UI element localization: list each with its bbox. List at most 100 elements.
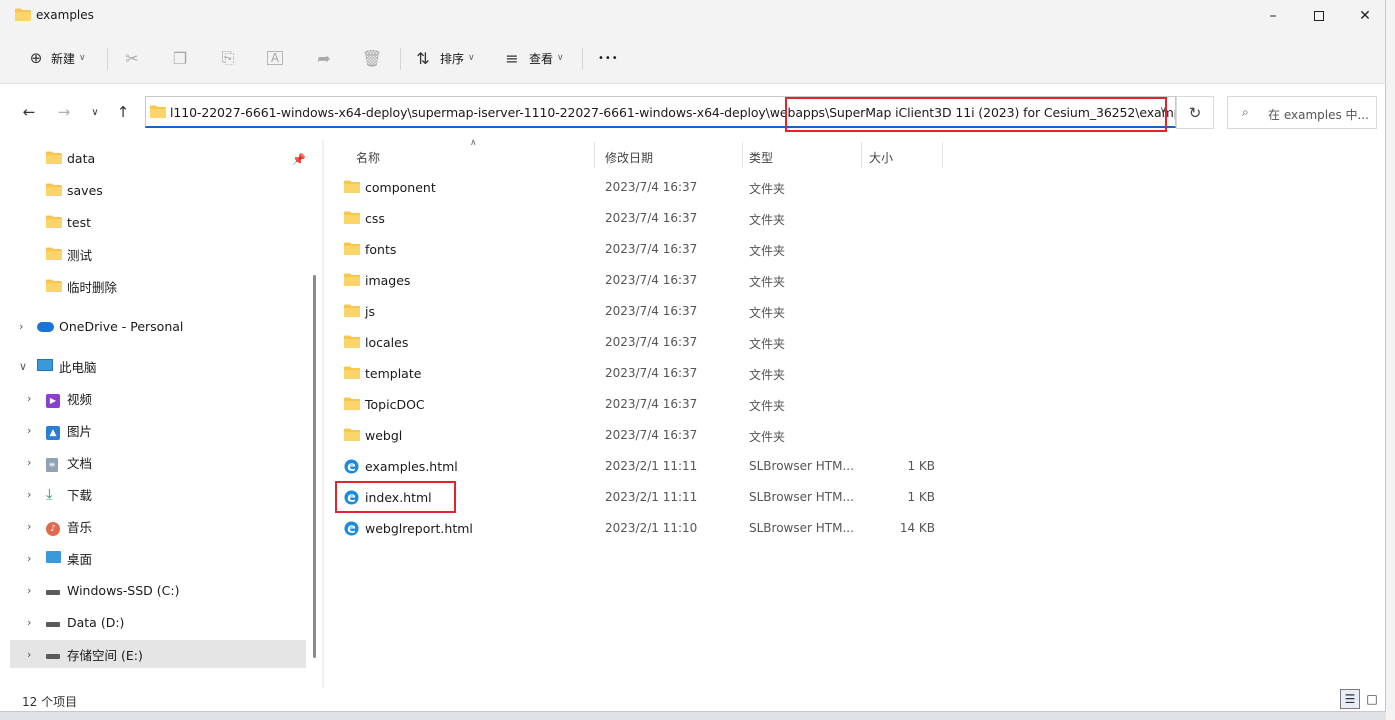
chevron-down-icon: ∨ [557, 53, 564, 63]
sidebar-item-quick-0[interactable]: data [10, 144, 306, 172]
file-size: 14 KB [899, 521, 935, 535]
column-divider[interactable] [594, 142, 595, 168]
column-header-date[interactable]: 修改日期 [605, 144, 653, 170]
sidebar-item-pc-7[interactable]: › Data (D:) [10, 608, 306, 636]
toolbar-divider [582, 48, 583, 70]
cut-button[interactable]: ✂ [123, 44, 141, 72]
maximize-icon [1314, 11, 1324, 21]
sidebar-item-pc-0[interactable]: › ▶ 视频 [10, 384, 306, 412]
picture-icon: ▲ [46, 423, 62, 440]
file-name: template [365, 366, 422, 381]
sidebar-item-quick-1[interactable]: saves [10, 176, 306, 204]
sidebar-item-label: 视频 [67, 391, 93, 407]
sidebar-item-pc-3[interactable]: › ⤓ 下载 [10, 480, 306, 508]
command-bar: ⊕ 新建 ∨ ✂ ❐ ⎘ A ➦ 🗑 ⇅ 排序 ∨ ≡ 查看 ∨ ••• [0, 32, 1385, 84]
share-button[interactable]: ➦ [315, 44, 333, 72]
file-name: fonts [365, 242, 397, 257]
file-row[interactable]: component 2023/7/4 16:37 文件夹 [336, 172, 946, 202]
file-row[interactable]: TopicDOC 2023/7/4 16:37 文件夹 [336, 389, 946, 419]
share-icon: ➦ [317, 48, 331, 68]
file-row[interactable]: js 2023/7/4 16:37 文件夹 [336, 296, 946, 326]
delete-button[interactable]: 🗑 [362, 44, 382, 72]
refresh-button[interactable]: ↻ [1176, 96, 1214, 129]
folder-icon [344, 180, 360, 194]
sidebar-item-onedrive[interactable]: › OneDrive - Personal [10, 312, 306, 340]
file-name: images [365, 273, 411, 288]
file-date: 2023/7/4 16:37 [605, 428, 698, 442]
sidebar-item-quick-2[interactable]: test [10, 208, 306, 236]
sidebar-item-pc-6[interactable]: › Windows-SSD (C:) [10, 576, 306, 604]
up-button[interactable]: ↑ [112, 101, 134, 123]
folder-icon [344, 242, 360, 256]
file-row[interactable]: webglreport.html 2023/2/1 11:10 SLBrowse… [336, 513, 946, 543]
chevron-down-icon: ∨ [19, 359, 28, 373]
tiles-view-button[interactable]: □ [1362, 689, 1382, 709]
copy-button[interactable]: ❐ [171, 44, 189, 72]
paste-button[interactable]: ⎘ [219, 44, 237, 72]
column-divider[interactable] [861, 142, 862, 168]
sidebar-item-label: Data (D:) [67, 614, 125, 630]
sidebar-item-pc-8[interactable]: › 存储空间 (E:) [10, 640, 306, 668]
file-row[interactable]: template 2023/7/4 16:37 文件夹 [336, 358, 946, 388]
close-button[interactable]: ✕ [1342, 0, 1385, 32]
more-options-button[interactable]: ••• [598, 44, 619, 72]
file-date: 2023/7/4 16:37 [605, 335, 698, 349]
sidebar-item-pc-4[interactable]: › ♪ 音乐 [10, 512, 306, 540]
new-button[interactable]: ⊕ 新建 ∨ [27, 44, 86, 72]
sidebar-item-pc-2[interactable]: › ≡ 文档 [10, 448, 306, 476]
maximize-button[interactable] [1296, 0, 1342, 32]
column-size-label: 大小 [869, 150, 894, 165]
details-view-button[interactable]: ☰ [1340, 689, 1360, 709]
sort-button[interactable]: ⇅ 排序 ∨ [414, 44, 474, 72]
file-size: 1 KB [907, 490, 935, 504]
file-row[interactable]: css 2023/7/4 16:37 文件夹 [336, 203, 946, 233]
column-date-label: 修改日期 [605, 150, 654, 165]
file-type: 文件夹 [749, 182, 786, 196]
search-box[interactable]: ⌕ 在 examples 中... [1227, 96, 1377, 129]
column-divider[interactable] [942, 142, 943, 168]
column-header-type[interactable]: 类型 [749, 144, 773, 170]
sidebar-item-label: data [67, 150, 96, 166]
sidebar-item-label: 下载 [67, 487, 93, 503]
back-button[interactable]: ← [18, 101, 40, 123]
file-date: 2023/7/4 16:37 [605, 304, 698, 318]
recent-locations-button[interactable]: ∨ [84, 101, 106, 123]
file-row[interactable]: fonts 2023/7/4 16:37 文件夹 [336, 234, 946, 264]
forward-button[interactable]: → [53, 101, 75, 123]
folder-icon [344, 211, 360, 225]
chevron-right-icon: › [27, 487, 32, 501]
plus-circle-icon: ⊕ [29, 49, 43, 67]
column-header-name[interactable]: 名称 [356, 144, 380, 170]
file-type: 文件夹 [749, 275, 786, 289]
sidebar-item-pc-5[interactable]: › 桌面 [10, 544, 306, 572]
window-title: examples [36, 8, 94, 22]
folder-icon [46, 151, 62, 165]
file-row[interactable]: webgl 2023/7/4 16:37 文件夹 [336, 420, 946, 450]
column-divider[interactable] [742, 142, 743, 168]
file-date: 2023/7/4 16:37 [605, 397, 698, 411]
file-row[interactable]: images 2023/7/4 16:37 文件夹 [336, 265, 946, 295]
sidebar-scrollbar[interactable] [313, 275, 316, 658]
minimize-button[interactable]: – [1250, 0, 1296, 32]
file-type: 文件夹 [749, 213, 786, 227]
file-date: 2023/2/1 11:11 [605, 459, 698, 473]
chevron-right-icon: › [27, 615, 32, 629]
file-date: 2023/7/4 16:37 [605, 273, 698, 287]
sidebar-item-pc-1[interactable]: › ▲ 图片 [10, 416, 306, 444]
sidebar-item-label: 此电脑 [59, 359, 97, 375]
sidebar-item-quick-3[interactable]: 测试 [10, 240, 306, 268]
folder-icon [344, 335, 360, 349]
sidebar-item-quick-4[interactable]: 临时删除 [10, 272, 306, 300]
column-header-size[interactable]: 大小 [869, 144, 893, 170]
sidebar-item-label: 桌面 [67, 551, 93, 567]
sidebar-item-this-pc[interactable]: ∨ 此电脑 [10, 352, 306, 380]
chevron-right-icon: › [27, 647, 32, 661]
view-button[interactable]: ≡ 查看 ∨ [503, 44, 564, 72]
file-type: SLBrowser HTM... [749, 459, 854, 473]
file-row[interactable]: examples.html 2023/2/1 11:11 SLBrowser H… [336, 451, 946, 481]
file-date: 2023/2/1 11:11 [605, 490, 698, 504]
refresh-icon: ↻ [1188, 103, 1202, 122]
file-type: 文件夹 [749, 306, 786, 320]
file-row[interactable]: locales 2023/7/4 16:37 文件夹 [336, 327, 946, 357]
rename-button[interactable]: A [267, 44, 283, 72]
